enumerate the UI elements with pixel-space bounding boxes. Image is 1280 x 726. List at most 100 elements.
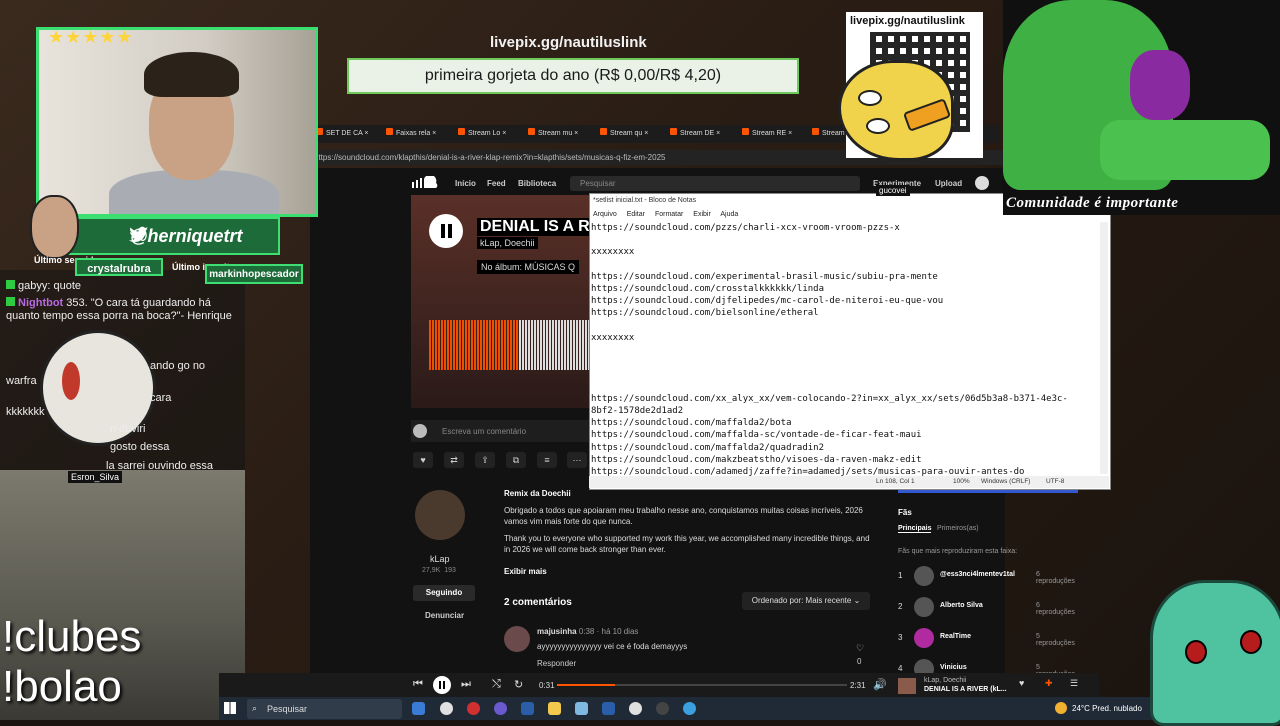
soundcloud-logo-icon[interactable]: [412, 176, 438, 190]
fans-tab-top[interactable]: Principais: [898, 525, 932, 533]
chrome-icon[interactable]: [629, 702, 642, 715]
queue-icon[interactable]: ☰: [1070, 678, 1078, 689]
like-icon[interactable]: ♥: [1019, 678, 1024, 688]
comment-like-icon[interactable]: ♡: [856, 643, 864, 654]
track-artist[interactable]: kLap, Doechii: [477, 237, 538, 249]
steam-icon[interactable]: [521, 702, 534, 715]
browser-tab[interactable]: Stream mu ×: [528, 128, 578, 142]
fan-avatar: [914, 566, 934, 586]
menu-edit[interactable]: Editar: [627, 211, 645, 218]
artist-avatar[interactable]: [415, 490, 465, 540]
comment-user[interactable]: majusinha: [537, 627, 577, 636]
vivaldi-icon[interactable]: [467, 702, 480, 715]
windows-start-icon[interactable]: [224, 702, 236, 714]
report-button[interactable]: Denunciar: [425, 611, 464, 620]
upload-link[interactable]: Upload: [935, 179, 962, 188]
repeat-icon[interactable]: ↻: [514, 678, 523, 691]
taskbar-search[interactable]: Pesquisar: [247, 699, 402, 719]
eye-icon: [866, 118, 890, 134]
next-icon[interactable]: ⏭: [461, 678, 471, 691]
following-button[interactable]: Seguindo: [413, 585, 475, 601]
sort-dropdown[interactable]: Ordenado por: Mais recente ⌄: [742, 592, 870, 610]
user-avatar[interactable]: [975, 176, 989, 190]
soundcloud-icon: [742, 128, 749, 135]
weather-icon[interactable]: [1055, 702, 1067, 714]
followers-count: 27,9K: [422, 567, 441, 574]
comment-avatar[interactable]: [504, 626, 530, 652]
browser-tab[interactable]: Stream Lo ×: [458, 128, 506, 142]
previous-icon[interactable]: ⏮: [413, 678, 423, 691]
now-playing-artwork[interactable]: [898, 678, 916, 694]
nav-home[interactable]: Início: [455, 179, 476, 188]
description-pt: Obrigado a todos que apoiaram meu trabal…: [504, 506, 863, 526]
nav-feed[interactable]: Feed: [487, 179, 506, 188]
player-pause-button[interactable]: [433, 676, 451, 694]
fans-tab-first[interactable]: Primeiros(as): [937, 525, 979, 532]
app-icon[interactable]: [602, 702, 615, 715]
menu-format[interactable]: Formatar: [655, 211, 683, 218]
purple-character: [1130, 50, 1190, 120]
chrome-icon[interactable]: [440, 702, 453, 715]
duration-time: 2:31: [850, 681, 866, 690]
fan-row[interactable]: 4 Vinicius 5 reproduções: [898, 659, 1080, 673]
notepad-icon[interactable]: [575, 702, 588, 715]
fan-row[interactable]: 3 RealTime 5 reproduções: [898, 628, 1080, 650]
browser-tab[interactable]: Stream DE ×: [670, 128, 720, 142]
search-input[interactable]: Pesquisar: [570, 176, 860, 191]
description-en: Thank you to everyone who supported my w…: [504, 534, 870, 554]
share-button[interactable]: ⇪: [475, 452, 495, 468]
weather-text[interactable]: 24°C Pred. nublado: [1072, 704, 1142, 713]
username-tag: Esron_Silva: [68, 471, 123, 483]
tip-goal-banner: primeira gorjeta do ano (R$ 0,00/R$ 4,20…: [347, 58, 799, 94]
notepad-text-area[interactable]: https://soundcloud.com/pzzs/charli-xcx-v…: [591, 222, 1096, 478]
like-button[interactable]: ♥: [413, 452, 433, 468]
album-link[interactable]: No álbum: MÚSICAS Q: [477, 260, 580, 274]
fans-title: Fãs: [898, 508, 912, 517]
community-text: Comunidade é importante: [1006, 195, 1179, 211]
menu-help[interactable]: Ajuda: [720, 211, 738, 218]
add-to-playlist-button[interactable]: ≡: [537, 452, 557, 468]
follow-icon[interactable]: ✚: [1045, 678, 1053, 689]
repost-button[interactable]: ⇄: [444, 452, 464, 468]
soundcloud-icon: [670, 128, 677, 135]
play-pause-button[interactable]: [429, 214, 463, 248]
file-explorer-icon[interactable]: [548, 702, 561, 715]
obs-icon[interactable]: [656, 702, 669, 715]
streamer-hair: [144, 52, 239, 97]
task-view-icon[interactable]: [412, 702, 425, 715]
now-playing-title[interactable]: DENIAL IS A RIVER (kL...: [924, 686, 1007, 693]
chevron-down-icon: ⌄: [853, 596, 861, 605]
encoding: UTF-8: [1046, 478, 1065, 485]
browser-tab[interactable]: SET DE CA ×: [316, 128, 369, 142]
comment-time: 0:38 · há 10 dias: [578, 627, 639, 636]
more-button[interactable]: ⋯: [567, 452, 587, 468]
user-avatar: [413, 424, 427, 438]
volume-icon[interactable]: 🔊: [873, 678, 887, 691]
nav-library[interactable]: Biblioteca: [518, 179, 556, 188]
app-icon[interactable]: [683, 702, 696, 715]
eye-icon: [858, 90, 882, 106]
now-playing-artist[interactable]: kLap, Doechii: [924, 677, 966, 684]
pause-icon: [439, 681, 445, 689]
artist-name[interactable]: kLap: [430, 554, 450, 564]
menu-file[interactable]: Arquivo: [593, 211, 617, 218]
discord-icon[interactable]: [494, 702, 507, 715]
browser-tab[interactable]: Faixas rela ×: [386, 128, 436, 142]
comment-text: ayyyyyyyyyyyyyyy vei ce é foda demayyys: [537, 642, 688, 651]
shuffle-icon[interactable]: ⤭: [492, 678, 501, 691]
notepad-scrollbar[interactable]: [1100, 222, 1108, 474]
fan-row[interactable]: 2 Alberto Silva 6 reproduções: [898, 597, 1080, 619]
chat-message: Nightbot 353. "O cara tá guardando há qu…: [6, 297, 232, 322]
soundcloud-icon: [600, 128, 607, 135]
copy-link-button[interactable]: ⧉: [506, 452, 526, 468]
browser-tab[interactable]: Stream: [812, 128, 845, 142]
pause-icon: [441, 224, 452, 238]
show-more-link[interactable]: Exibir mais: [504, 567, 547, 576]
browser-tab[interactable]: Stream qu ×: [600, 128, 648, 142]
browser-tab[interactable]: Stream RE ×: [742, 128, 792, 142]
twitter-bar: @herniquetrt: [60, 217, 280, 255]
chat-message: warfra: [6, 375, 37, 387]
reply-button[interactable]: Responder: [537, 659, 576, 668]
fan-row[interactable]: 1 @ess3nci4lmentev1tal 6 reproduções: [898, 566, 1080, 588]
menu-view[interactable]: Exibir: [693, 211, 711, 218]
